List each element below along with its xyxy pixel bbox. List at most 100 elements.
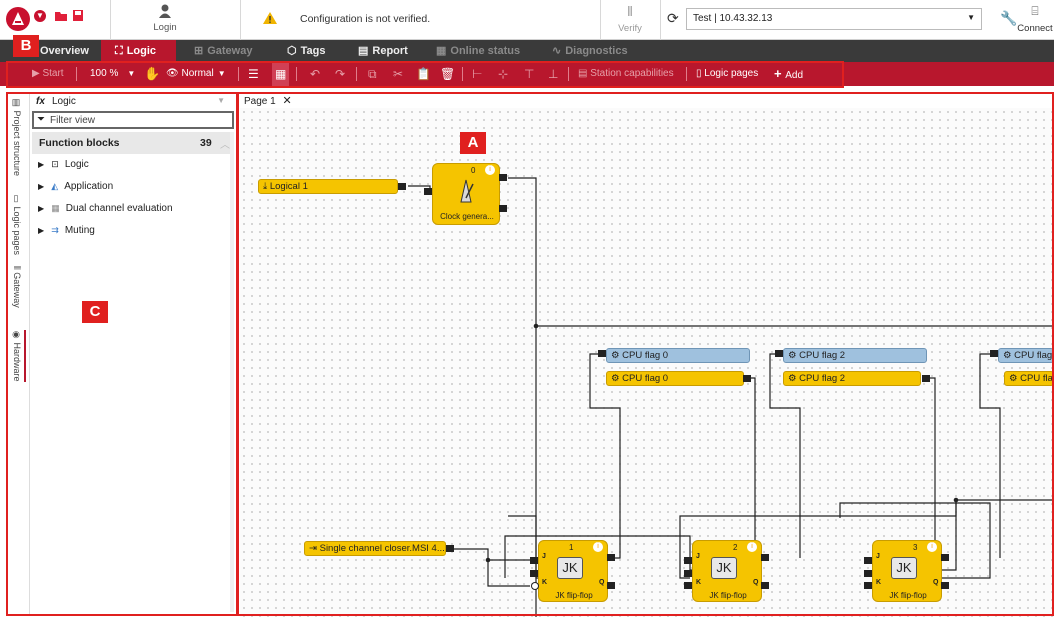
tab-tags[interactable]: ⬡ Tags: [283, 40, 343, 62]
paste-icon[interactable]: 📋: [416, 62, 431, 86]
logic-gate-icon: ⊡: [51, 159, 59, 169]
refresh-icon[interactable]: ⟳: [667, 10, 679, 27]
cpu-flag-input-2[interactable]: ⚙ CPU flag 2: [783, 348, 927, 363]
tab-online-status[interactable]: ▦ Online status: [432, 40, 532, 62]
chevron-down-icon: ▼: [967, 13, 975, 22]
cpu-flag-input-partial[interactable]: ⚙ CPU flag: [998, 348, 1054, 363]
align-top-icon[interactable]: ⊤: [524, 62, 534, 86]
function-blocks-header[interactable]: Function blocks 39 ︿: [32, 132, 234, 154]
panel-title: Logic: [52, 96, 76, 107]
add-page-button[interactable]: + Add: [774, 62, 803, 86]
dual-channel-icon: ▦: [51, 203, 60, 213]
login-button[interactable]: Login: [135, 3, 195, 37]
tree-item-application[interactable]: ▶ ◭ Application: [38, 180, 228, 198]
port-label-j: J: [696, 553, 700, 560]
cpu-flag-output-2[interactable]: ⚙ CPU flag 2: [783, 371, 921, 386]
info-icon[interactable]: i: [485, 165, 495, 175]
hardware-icon: ◉: [12, 330, 22, 343]
clock-generator-block[interactable]: 0 i Clock genera...: [432, 163, 500, 225]
info-icon[interactable]: i: [747, 542, 757, 552]
single-channel-closer-tag[interactable]: ⇥ Single channel closer.MSI 4...: [304, 541, 446, 556]
zoom-select[interactable]: 100 % ▼: [90, 62, 135, 86]
top-bar: ▼ Login Configuration is not verified. ⦀…: [0, 0, 1054, 40]
verify-button[interactable]: ⦀ Verify: [608, 4, 652, 36]
logical-input-tag[interactable]: ⤓ Logical 1: [258, 179, 398, 194]
inverted-input-marker: [531, 582, 539, 590]
close-icon[interactable]: ✕: [282, 95, 291, 107]
muting-icon: ⇉: [51, 225, 59, 235]
report-icon: ▤: [358, 45, 369, 57]
jk-flip-flop-block-1[interactable]: 1 i J K Q JK JK flip-flop: [538, 540, 608, 602]
delete-icon[interactable]: 🗑: [440, 62, 455, 86]
cpu-flag-output-partial[interactable]: ⚙ CPU fla: [1004, 371, 1054, 386]
undo-icon[interactable]: ↶: [310, 62, 320, 86]
align-bottom-icon[interactable]: ⊥: [548, 62, 558, 86]
tab-logic[interactable]: ⛶ Logic: [101, 40, 176, 62]
verify-label: Verify: [618, 23, 642, 34]
connect-button[interactable]: ⌸ Connect: [1016, 4, 1054, 36]
tab-label: Gateway: [207, 45, 253, 57]
panel-scrollbar[interactable]: [230, 132, 234, 612]
save-icon[interactable]: [72, 9, 84, 25]
redo-icon[interactable]: ↷: [335, 62, 345, 86]
tag-label: Logical 1: [269, 181, 308, 192]
side-tab-hardware[interactable]: ◉ Hardware: [12, 330, 26, 382]
cpu-flag-input-0[interactable]: ⚙ CPU flag 0: [606, 348, 750, 363]
tree-item-logic[interactable]: ▶ ⊡ Logic: [38, 158, 228, 176]
tab-label: Tags: [300, 45, 326, 57]
app-logo[interactable]: [4, 5, 34, 33]
tab-overview[interactable]: Overview: [36, 40, 100, 62]
view-mode-select[interactable]: 👁 Normal ▼: [166, 62, 226, 86]
pan-hand-icon[interactable]: ✋: [144, 62, 160, 86]
eye-icon: 👁: [166, 68, 182, 79]
tree-item-label: Application: [64, 181, 114, 192]
logic-pages-button[interactable]: ▯ Logic pages: [696, 62, 758, 86]
tab-gateway[interactable]: ⊞ Gateway: [190, 40, 270, 62]
connect-icon: ⌸: [1031, 4, 1039, 18]
tab-label: Diagnostics: [565, 45, 628, 57]
side-tab-label: Hardware: [12, 342, 22, 382]
info-icon[interactable]: i: [593, 542, 603, 552]
tree-item-muting[interactable]: ▶ ⇉ Muting: [38, 224, 228, 242]
cpu-flag-output-0[interactable]: ⚙ CPU flag 0: [606, 371, 744, 386]
application-icon: ◭: [51, 181, 59, 191]
side-tab-gateway[interactable]: ⫴ Gateway: [12, 266, 22, 308]
station-capabilities-button[interactable]: ▤ Station capabilities: [578, 62, 674, 86]
jk-flip-flop-block-2[interactable]: 2 i J K Q JK JK flip-flop: [692, 540, 762, 602]
side-tab-label: Gateway: [12, 272, 22, 308]
tab-diagnostics[interactable]: ∿ Diagnostics: [548, 40, 638, 62]
info-icon[interactable]: i: [927, 542, 937, 552]
filter-input[interactable]: ⏷ Filter view: [32, 111, 234, 129]
block-number: 0: [471, 166, 476, 175]
connection-select[interactable]: Test | 10.43.32.13 ▼: [686, 8, 982, 30]
block-number: 3: [913, 543, 918, 552]
panel-menu-icon[interactable]: ▼: [217, 96, 225, 105]
copy-icon[interactable]: ⧉: [368, 62, 377, 86]
start-button[interactable]: ▶ Start: [32, 62, 64, 86]
tree-item-dual-channel-evaluation[interactable]: ▶ ▦ Dual channel evaluation: [38, 202, 228, 220]
align-center-icon[interactable]: ⊹: [498, 62, 508, 86]
logic-editor-canvas[interactable]: ⤓ Logical 1 0 i Clock genera... ⚙ CPU fl…: [240, 108, 1054, 617]
plus-icon: +: [774, 66, 786, 81]
filter-icon: ⏷: [37, 114, 45, 125]
tab-label: Logic: [126, 45, 157, 57]
wrench-icon[interactable]: 🔧: [1000, 10, 1017, 27]
port-label-j: J: [876, 553, 880, 560]
jk-flip-flop-block-3[interactable]: 3 i J K Q JK JK flip-flop: [872, 540, 942, 602]
open-folder-icon[interactable]: [54, 10, 68, 25]
port-label-k: K: [542, 579, 548, 586]
page-tab[interactable]: Page 1 ✕: [244, 94, 292, 108]
align-icon[interactable]: ☰: [248, 62, 259, 86]
side-tab-logic-pages[interactable]: ▯ Logic pages: [12, 194, 22, 255]
side-tab-project-structure[interactable]: ▥ Project structure: [12, 98, 22, 176]
verify-icon: ⦀: [627, 4, 633, 19]
tab-label: Report: [372, 45, 408, 57]
cut-icon[interactable]: ✂: [393, 62, 403, 86]
tab-report[interactable]: ▤ Report: [354, 40, 424, 62]
grid-toggle-icon[interactable]: ▦: [272, 62, 290, 86]
flag-icon: ⚙: [1003, 350, 1015, 361]
chevron-down-icon[interactable]: ▼: [34, 10, 46, 22]
align-left-icon[interactable]: ⊢: [472, 62, 482, 86]
tree-item-label: Dual channel evaluation: [65, 203, 173, 214]
connection-value: Test | 10.43.32.13: [693, 13, 773, 24]
